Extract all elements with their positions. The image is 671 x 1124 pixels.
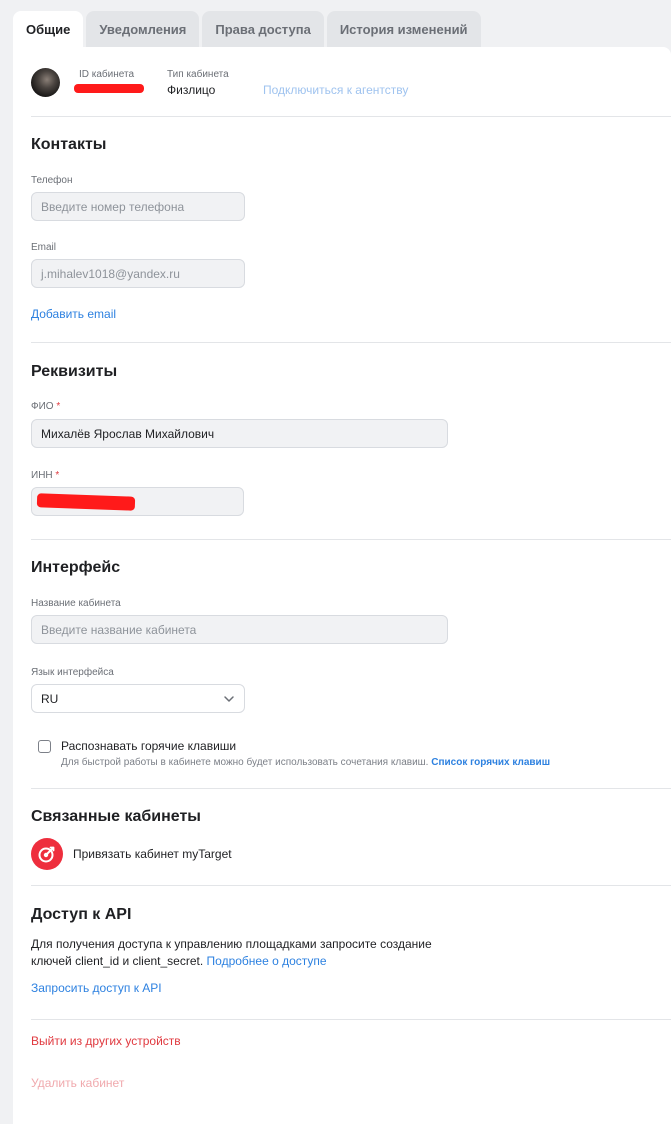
language-value: RU bbox=[41, 691, 59, 706]
api-more-link[interactable]: Подробнее о доступе bbox=[207, 954, 327, 968]
divider bbox=[31, 342, 671, 343]
tab-access-rights[interactable]: Права доступа bbox=[202, 11, 324, 47]
contacts-heading: Контакты bbox=[31, 136, 107, 153]
account-name-input[interactable]: Введите название кабинета bbox=[31, 615, 448, 644]
inn-label: ИНН * bbox=[31, 470, 60, 481]
mytarget-icon[interactable] bbox=[31, 838, 63, 870]
divider bbox=[31, 539, 671, 540]
phone-label: Телефон bbox=[31, 175, 73, 186]
settings-panel: ID кабинета Тип кабинета Физлицо Подключ… bbox=[13, 47, 671, 1124]
requisites-heading: Реквизиты bbox=[31, 363, 118, 380]
linked-accounts-heading: Связанные кабинеты bbox=[31, 808, 201, 825]
tab-history[interactable]: История изменений bbox=[326, 11, 481, 47]
request-api-access-link[interactable]: Запросить доступ к API bbox=[31, 981, 162, 995]
account-id-redaction bbox=[74, 84, 144, 93]
connect-agency-link[interactable]: Подключиться к агентству bbox=[263, 83, 408, 97]
language-select[interactable]: RU bbox=[31, 684, 245, 713]
avatar bbox=[31, 68, 60, 97]
language-label: Язык интерфейса bbox=[31, 667, 114, 678]
account-type-label: Тип кабинета bbox=[167, 69, 229, 80]
api-heading: Доступ к API bbox=[31, 906, 132, 923]
divider bbox=[31, 885, 671, 886]
hotkeys-list-link[interactable]: Список горячих клавиш bbox=[431, 757, 550, 768]
fio-label: ФИО * bbox=[31, 401, 61, 412]
divider bbox=[31, 1019, 671, 1020]
link-mytarget-button[interactable]: Привязать кабинет myTarget bbox=[73, 847, 232, 861]
delete-account-link[interactable]: Удалить кабинет bbox=[31, 1076, 124, 1090]
email-value: j.mihalev1018@yandex.ru bbox=[41, 266, 180, 281]
account-name-label: Название кабинета bbox=[31, 598, 121, 609]
tab-general[interactable]: Общие bbox=[13, 11, 84, 47]
hotkeys-hint: Для быстрой работы в кабинете можно буде… bbox=[61, 757, 551, 768]
phone-input[interactable]: Введите номер телефона bbox=[31, 192, 245, 221]
divider bbox=[31, 116, 671, 117]
add-email-link[interactable]: Добавить email bbox=[31, 307, 116, 321]
email-label: Email bbox=[31, 242, 57, 253]
chevron-down-icon bbox=[224, 696, 234, 702]
account-id-label: ID кабинета bbox=[79, 69, 135, 80]
interface-heading: Интерфейс bbox=[31, 559, 121, 576]
fio-input[interactable]: Михалёв Ярослав Михайлович bbox=[31, 419, 448, 448]
api-description: Для получения доступа к управлению площа… bbox=[31, 937, 432, 968]
phone-placeholder: Введите номер телефона bbox=[41, 199, 185, 214]
tab-notifications[interactable]: Уведомления bbox=[86, 11, 200, 47]
divider bbox=[31, 788, 671, 789]
hotkeys-checkbox[interactable] bbox=[38, 740, 51, 753]
tab-bar: Общие Уведомления Права доступа История … bbox=[13, 11, 481, 47]
target-icon bbox=[38, 846, 55, 863]
account-name-placeholder: Введите название кабинета bbox=[41, 622, 197, 637]
email-field[interactable]: j.mihalev1018@yandex.ru bbox=[31, 259, 245, 288]
account-type-value: Физлицо bbox=[167, 83, 216, 97]
hotkeys-label[interactable]: Распознавать горячие клавиши bbox=[61, 739, 236, 753]
fio-value: Михалёв Ярослав Михайлович bbox=[41, 426, 215, 441]
logout-other-devices-link[interactable]: Выйти из других устройств bbox=[31, 1034, 181, 1048]
